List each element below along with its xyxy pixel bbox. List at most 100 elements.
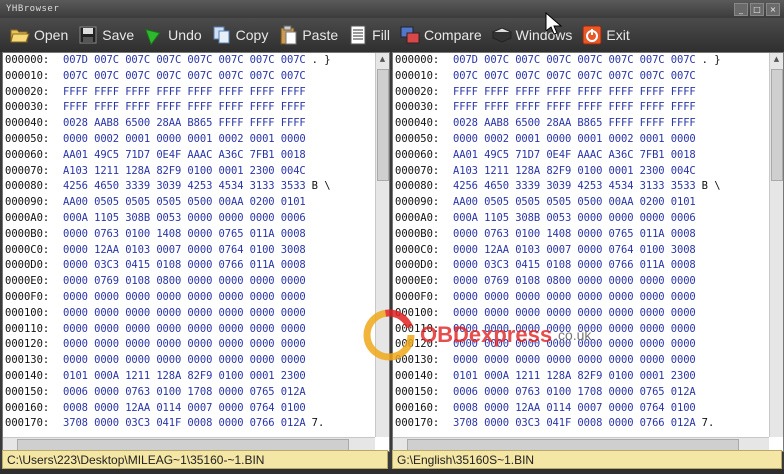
row-bytes[interactable]: 0000 0000 0000 0000 0000 0000 0000 0000 — [453, 306, 696, 322]
maximize-button[interactable]: □ — [750, 3, 764, 16]
row-bytes[interactable]: 0000 12AA 0103 0007 0000 0764 0100 3008 — [63, 243, 306, 259]
hex-row[interactable]: 000040: 0028 AAB8 6500 28AA B865 FFFF FFF… — [3, 116, 375, 132]
hex-row[interactable]: 000080: 4256 4650 3339 3039 4253 4534 313… — [3, 179, 375, 195]
left-vertical-scrollbar[interactable]: ▲ — [375, 53, 389, 437]
right-hex-view[interactable]: 000000: 007D 007C 007C 007C 007C 007C 007… — [393, 53, 769, 437]
row-bytes[interactable]: 0000 0000 0000 0000 0000 0000 0000 0000 — [63, 337, 306, 353]
left-horizontal-scrollbar[interactable] — [3, 437, 375, 451]
row-bytes[interactable]: 0000 0000 0000 0000 0000 0000 0000 0000 — [453, 290, 696, 306]
left-hex-view[interactable]: 000000: 007D 007C 007C 007C 007C 007C 007… — [3, 53, 375, 437]
row-bytes[interactable]: 0000 0000 0000 0000 0000 0000 0000 0000 — [63, 290, 306, 306]
row-bytes[interactable]: 0101 000A 1211 128A 82F9 0100 0001 2300 — [453, 369, 696, 385]
row-bytes[interactable]: FFFF FFFF FFFF FFFF FFFF FFFF FFFF FFFF — [453, 100, 696, 116]
row-bytes[interactable]: A103 1211 128A 82F9 0100 0001 2300 004C — [63, 164, 306, 180]
row-bytes[interactable]: 0028 AAB8 6500 28AA B865 FFFF FFFF FFFF — [453, 116, 696, 132]
right-hex-panel[interactable]: 000000: 007D 007C 007C 007C 007C 007C 007… — [392, 52, 784, 452]
hex-row[interactable]: 0000F0: 0000 0000 0000 0000 0000 0000 000… — [3, 290, 375, 306]
row-bytes[interactable]: A103 1211 128A 82F9 0100 0001 2300 004C — [453, 164, 696, 180]
scroll-thumb[interactable] — [771, 69, 783, 181]
row-bytes[interactable]: 007C 007C 007C 007C 007C 007C 007C 007C — [63, 69, 306, 85]
row-bytes[interactable]: 007D 007C 007C 007C 007C 007C 007C 007C — [63, 53, 306, 69]
left-hex-panel[interactable]: 000000: 007D 007C 007C 007C 007C 007C 007… — [2, 52, 390, 452]
right-horizontal-scrollbar[interactable] — [393, 437, 769, 451]
scroll-up-arrow-icon[interactable]: ▲ — [376, 53, 389, 66]
row-bytes[interactable]: 000A 1105 308B 0053 0000 0000 0000 0006 — [63, 211, 306, 227]
row-bytes[interactable]: 0000 0763 0100 1408 0000 0765 011A 0008 — [63, 227, 306, 243]
close-button[interactable]: × — [766, 3, 780, 16]
hex-row[interactable]: 000160: 0008 0000 12AA 0114 0007 0000 076… — [3, 401, 375, 417]
row-bytes[interactable]: 0000 0000 0000 0000 0000 0000 0000 0000 — [63, 306, 306, 322]
hex-row[interactable]: 000160: 0008 0000 12AA 0114 0007 0000 076… — [393, 401, 769, 417]
hex-row[interactable]: 000110: 0000 0000 0000 0000 0000 0000 000… — [393, 322, 769, 338]
copy-button[interactable]: Copy — [212, 20, 268, 50]
row-bytes[interactable]: 4256 4650 3339 3039 4253 4534 3133 3533 — [453, 179, 696, 195]
hex-row[interactable]: 000020: FFFF FFFF FFFF FFFF FFFF FFFF FFF… — [3, 85, 375, 101]
hex-row[interactable]: 0000D0: 0000 03C3 0415 0108 0000 0766 011… — [3, 258, 375, 274]
hex-row[interactable]: 000140: 0101 000A 1211 128A 82F9 0100 000… — [3, 369, 375, 385]
row-bytes[interactable]: 0000 0000 0000 0000 0000 0000 0000 0000 — [453, 322, 696, 338]
hex-row[interactable]: 000010: 007C 007C 007C 007C 007C 007C 007… — [3, 69, 375, 85]
row-bytes[interactable]: 0000 0769 0108 0800 0000 0000 0000 0000 — [63, 274, 306, 290]
hex-row[interactable]: 000070: A103 1211 128A 82F9 0100 0001 230… — [3, 164, 375, 180]
hex-row[interactable]: 000000: 007D 007C 007C 007C 007C 007C 007… — [393, 53, 769, 69]
row-bytes[interactable]: 0000 0769 0108 0800 0000 0000 0000 0000 — [453, 274, 696, 290]
exit-button[interactable]: Exit — [582, 20, 630, 50]
row-bytes[interactable]: 0000 0002 0001 0000 0001 0002 0001 0000 — [453, 132, 696, 148]
row-bytes[interactable]: FFFF FFFF FFFF FFFF FFFF FFFF FFFF FFFF — [63, 85, 306, 101]
row-bytes[interactable]: AA01 49C5 71D7 0E4F AAAC A36C 7FB1 0018 — [453, 148, 696, 164]
compare-button[interactable]: Compare — [400, 20, 482, 50]
hex-row[interactable]: 0000E0: 0000 0769 0108 0800 0000 0000 000… — [3, 274, 375, 290]
undo-button[interactable]: Undo — [144, 20, 202, 50]
hex-row[interactable]: 000060: AA01 49C5 71D7 0E4F AAAC A36C 7FB… — [393, 148, 769, 164]
scroll-up-arrow-icon[interactable]: ▲ — [770, 53, 783, 66]
hex-row[interactable]: 000140: 0101 000A 1211 128A 82F9 0100 000… — [393, 369, 769, 385]
hex-row[interactable]: 0000D0: 0000 03C3 0415 0108 0000 0766 011… — [393, 258, 769, 274]
row-bytes[interactable]: 0006 0000 0763 0100 1708 0000 0765 012A — [63, 385, 306, 401]
hex-row[interactable]: 0000F0: 0000 0000 0000 0000 0000 0000 000… — [393, 290, 769, 306]
hex-row[interactable]: 0000E0: 0000 0769 0108 0800 0000 0000 000… — [393, 274, 769, 290]
row-bytes[interactable]: 0000 0000 0000 0000 0000 0000 0000 0000 — [63, 322, 306, 338]
hex-row[interactable]: 000150: 0006 0000 0763 0100 1708 0000 076… — [3, 385, 375, 401]
open-button[interactable]: Open — [10, 20, 68, 50]
hex-row[interactable]: 0000A0: 000A 1105 308B 0053 0000 0000 000… — [3, 211, 375, 227]
row-bytes[interactable]: 0008 0000 12AA 0114 0007 0000 0764 0100 — [63, 401, 306, 417]
row-bytes[interactable]: 0101 000A 1211 128A 82F9 0100 0001 2300 — [63, 369, 306, 385]
row-bytes[interactable]: AA00 0505 0505 0505 0500 00AA 0200 0101 — [453, 195, 696, 211]
hex-row[interactable]: 0000B0: 0000 0763 0100 1408 0000 0765 011… — [393, 227, 769, 243]
row-bytes[interactable]: 3708 0000 03C3 041F 0008 0000 0766 012A — [453, 416, 696, 432]
row-bytes[interactable]: 0000 0000 0000 0000 0000 0000 0000 0000 — [453, 353, 696, 369]
hex-row[interactable]: 000040: 0028 AAB8 6500 28AA B865 FFFF FFF… — [393, 116, 769, 132]
row-bytes[interactable]: 007C 007C 007C 007C 007C 007C 007C 007C — [453, 69, 696, 85]
minimize-button[interactable]: _ — [734, 3, 748, 16]
row-bytes[interactable]: 0000 03C3 0415 0108 0000 0766 011A 0008 — [63, 258, 306, 274]
paste-button[interactable]: Paste — [278, 20, 338, 50]
row-bytes[interactable]: 0000 12AA 0103 0007 0000 0764 0100 3008 — [453, 243, 696, 259]
row-bytes[interactable]: AA01 49C5 71D7 0E4F AAAC A36C 7FB1 0018 — [63, 148, 306, 164]
hex-row[interactable]: 000120: 0000 0000 0000 0000 0000 0000 000… — [393, 337, 769, 353]
row-bytes[interactable]: 3708 0000 03C3 041F 0008 0000 0766 012A — [63, 416, 306, 432]
hex-row[interactable]: 000090: AA00 0505 0505 0505 0500 00AA 020… — [393, 195, 769, 211]
hex-row[interactable]: 0000A0: 000A 1105 308B 0053 0000 0000 000… — [393, 211, 769, 227]
hex-row[interactable]: 000110: 0000 0000 0000 0000 0000 0000 000… — [3, 322, 375, 338]
hex-row[interactable]: 000060: AA01 49C5 71D7 0E4F AAAC A36C 7FB… — [3, 148, 375, 164]
row-bytes[interactable]: 0008 0000 12AA 0114 0007 0000 0764 0100 — [453, 401, 696, 417]
hex-row[interactable]: 000010: 007C 007C 007C 007C 007C 007C 007… — [393, 69, 769, 85]
row-bytes[interactable]: 0000 0002 0001 0000 0001 0002 0001 0000 — [63, 132, 306, 148]
hex-row[interactable]: 000050: 0000 0002 0001 0000 0001 0002 000… — [3, 132, 375, 148]
hex-row[interactable]: 0000C0: 0000 12AA 0103 0007 0000 0764 010… — [393, 243, 769, 259]
row-bytes[interactable]: 0000 0000 0000 0000 0000 0000 0000 0000 — [453, 337, 696, 353]
right-vertical-scrollbar[interactable]: ▲ — [769, 53, 783, 437]
hex-row[interactable]: 0000C0: 0000 12AA 0103 0007 0000 0764 010… — [3, 243, 375, 259]
row-bytes[interactable]: FFFF FFFF FFFF FFFF FFFF FFFF FFFF FFFF — [453, 85, 696, 101]
row-bytes[interactable]: FFFF FFFF FFFF FFFF FFFF FFFF FFFF FFFF — [63, 100, 306, 116]
hex-row[interactable]: 000170: 3708 0000 03C3 041F 0008 0000 076… — [393, 416, 769, 432]
row-bytes[interactable]: 000A 1105 308B 0053 0000 0000 0000 0006 — [453, 211, 696, 227]
hex-row[interactable]: 0000B0: 0000 0763 0100 1408 0000 0765 011… — [3, 227, 375, 243]
row-bytes[interactable]: 0000 03C3 0415 0108 0000 0766 011A 0008 — [453, 258, 696, 274]
hex-row[interactable]: 000030: FFFF FFFF FFFF FFFF FFFF FFFF FFF… — [393, 100, 769, 116]
hex-row[interactable]: 000030: FFFF FFFF FFFF FFFF FFFF FFFF FFF… — [3, 100, 375, 116]
hex-row[interactable]: 000090: AA00 0505 0505 0505 0500 00AA 020… — [3, 195, 375, 211]
row-bytes[interactable]: 0000 0000 0000 0000 0000 0000 0000 0000 — [63, 353, 306, 369]
hex-row[interactable]: 000150: 0006 0000 0763 0100 1708 0000 076… — [393, 385, 769, 401]
row-bytes[interactable]: 0028 AAB8 6500 28AA B865 FFFF FFFF FFFF — [63, 116, 306, 132]
